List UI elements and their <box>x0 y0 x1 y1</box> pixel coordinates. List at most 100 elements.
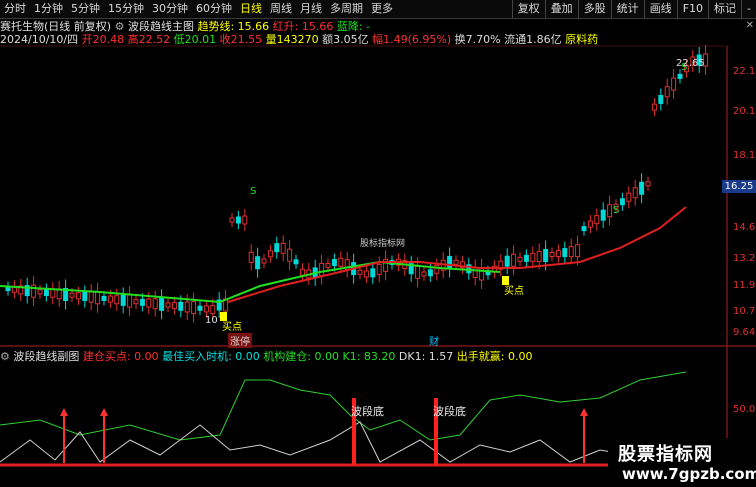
candle-body <box>88 291 94 303</box>
candle-body <box>261 258 267 264</box>
candle-body <box>235 216 241 224</box>
candle-body <box>229 217 235 223</box>
candle-body <box>210 305 216 315</box>
candle-body <box>107 295 113 303</box>
wave-arrow-head <box>580 408 588 416</box>
axis-tick: 10.71 <box>733 306 756 317</box>
candle-body <box>133 299 139 305</box>
candle-body <box>120 294 126 306</box>
candle-body <box>267 250 273 258</box>
candle-body <box>581 226 587 232</box>
candle-body <box>139 298 145 306</box>
candle-body <box>101 295 107 301</box>
candle-body <box>82 291 88 301</box>
finance-tag: 财 <box>429 337 439 348</box>
candle-body <box>37 289 43 295</box>
candle-body <box>274 243 280 253</box>
candle-body <box>75 292 81 300</box>
candle-body <box>165 302 171 308</box>
candle-body <box>671 77 677 91</box>
buy-label-2: 买点 <box>504 286 524 297</box>
wave-bottom-label-2: 波段底 <box>433 405 466 418</box>
candle-body <box>427 269 433 277</box>
candle-body <box>607 204 613 218</box>
low-price-label: 10 <box>205 315 218 326</box>
candle-body <box>523 254 529 262</box>
trend-line-red <box>227 206 687 303</box>
candle-body <box>447 255 453 269</box>
candle-body <box>69 292 75 298</box>
watermark-url: www.7gpzb.com <box>622 465 756 483</box>
candle-body <box>146 298 152 308</box>
sub-value-e: DK1: 1.57 <box>398 350 454 363</box>
sub-value-d: K1: 83.20 <box>342 350 396 363</box>
candle-body <box>191 301 197 315</box>
candle-body <box>511 253 517 267</box>
watermark-title: 股票指标网 <box>618 444 713 465</box>
candle-body <box>293 259 299 265</box>
sub-value-a: 建仓买点: 0.00 <box>82 350 159 363</box>
candle-body <box>95 291 101 305</box>
wave-arrow-head <box>60 408 68 416</box>
sell-label-1: S <box>250 186 257 197</box>
axis-tick: 22.16 <box>733 66 756 77</box>
candle-body <box>114 295 120 305</box>
sub-indicator-name[interactable]: 波段趋线副图 <box>13 350 79 363</box>
candles-group <box>5 45 709 323</box>
high-price-label: 22.65 <box>676 58 705 69</box>
wave-arrow-head <box>100 408 108 416</box>
candle-body <box>184 301 190 313</box>
candle-body <box>645 181 651 187</box>
candle-body <box>658 94 664 104</box>
candle-body <box>415 265 421 279</box>
candle-body <box>517 256 523 262</box>
candle-body <box>363 270 369 278</box>
sub-marks-group <box>60 398 588 465</box>
marks-group <box>220 276 509 321</box>
sub-value-c: 机构建仓: 0.00 <box>263 350 339 363</box>
candle-body <box>325 262 331 268</box>
candle-body <box>43 289 49 297</box>
candle-body <box>651 103 657 111</box>
candle-body <box>587 220 593 228</box>
axis-tick: 50.00 <box>733 404 756 415</box>
candle-body <box>504 255 510 267</box>
candle-body <box>171 302 177 310</box>
candle-body <box>287 248 293 262</box>
gear-icon[interactable]: ⚙ <box>0 350 10 363</box>
candle-body <box>639 181 645 195</box>
candle-body <box>562 248 568 258</box>
candle-body <box>331 259 337 267</box>
candle-body <box>421 271 427 277</box>
axis-tick: 13.22 <box>733 253 756 264</box>
axis-tick: 11.90 <box>733 280 756 291</box>
candle-body <box>159 297 165 311</box>
candle-body <box>203 305 209 313</box>
candle-body <box>370 268 376 278</box>
sub-indicator-row: ⚙ 波段趋线副图 建仓买点: 0.00 最佳买入时机: 0.00 机构建仓: 0… <box>0 350 600 363</box>
site-watermark: 股票指标网 www.7gpzb.com <box>608 438 756 487</box>
candle-body <box>632 187 638 199</box>
sub-value-b: 最佳买入时机: 0.00 <box>162 350 260 363</box>
candle-body <box>248 251 254 263</box>
candle-body <box>152 298 158 310</box>
candle-body <box>127 294 133 308</box>
candle-body <box>434 264 440 274</box>
candle-body <box>280 242 286 254</box>
candle-body <box>299 268 305 276</box>
candle-body <box>536 250 542 262</box>
sell-label-2: S <box>613 205 620 216</box>
axis-tick: 18.13 <box>733 150 756 161</box>
candle-body <box>677 73 683 79</box>
small-watermark: 股标指标网 <box>360 239 406 249</box>
candle-body <box>50 288 56 298</box>
candle-body <box>619 198 625 206</box>
candle-body <box>600 209 606 221</box>
axis-tick: 20.15 <box>733 106 756 117</box>
candle-body <box>664 86 670 98</box>
candle-body <box>472 266 478 278</box>
candle-body <box>549 252 555 257</box>
candle-body <box>197 305 203 311</box>
candle-body <box>319 263 325 277</box>
candle-body <box>255 256 261 270</box>
